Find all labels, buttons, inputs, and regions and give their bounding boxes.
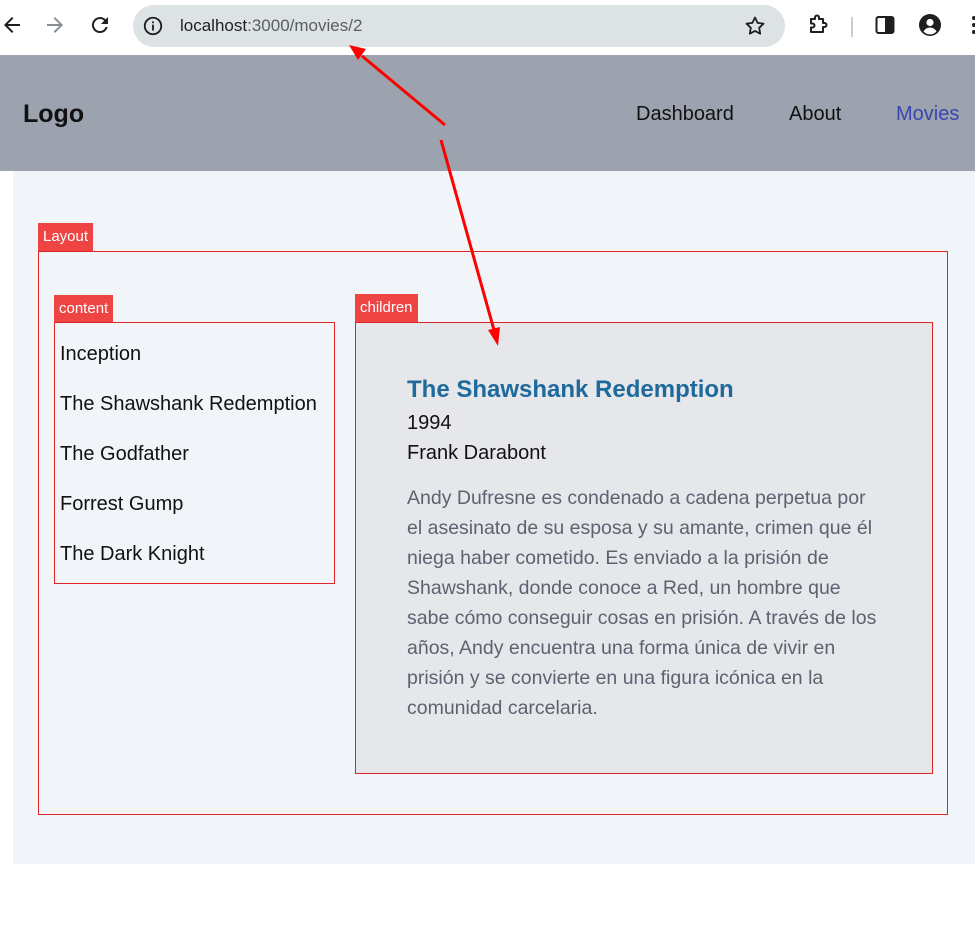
logo[interactable]: Logo: [23, 99, 84, 129]
browser-toolbar: localhost:3000/movies/2: [0, 0, 975, 55]
url-text[interactable]: localhost:3000/movies/2: [180, 16, 362, 36]
more-menu-icon[interactable]: [962, 13, 975, 37]
bookmark-star-icon[interactable]: [743, 14, 767, 38]
reload-icon[interactable]: [88, 13, 112, 37]
nav-movies[interactable]: Movies: [896, 101, 959, 127]
url-path: :3000/movies/2: [247, 16, 363, 35]
movie-list-item[interactable]: Forrest Gump: [60, 491, 183, 517]
content-tag: content: [54, 295, 114, 323]
address-bar[interactable]: localhost:3000/movies/2: [133, 5, 785, 47]
toolbar-divider: [851, 17, 853, 37]
movie-description: Andy Dufresne es condenado a cadena perp…: [407, 487, 877, 719]
children-tag: children: [355, 294, 418, 322]
movie-list-item[interactable]: The Godfather: [60, 441, 189, 467]
main-area: Layout content Inception The Shawshank R…: [13, 171, 975, 864]
movie-title: The Shawshank Redemption: [407, 376, 734, 403]
layout-tag: Layout: [38, 223, 94, 251]
movie-list-item[interactable]: The Dark Knight: [60, 541, 205, 567]
app-header: Logo Dashboard About Movies: [0, 55, 975, 171]
movie-director: Frank Darabont: [407, 442, 546, 464]
children-box: The Shawshank Redemption 1994 Frank Dara…: [355, 322, 933, 774]
movie-list-item[interactable]: Inception: [60, 341, 141, 367]
back-arrow-icon[interactable]: [0, 13, 24, 37]
url-host: localhost: [180, 16, 248, 35]
nav-dashboard[interactable]: Dashboard: [636, 101, 734, 127]
nav-about[interactable]: About: [789, 101, 841, 127]
forward-arrow-icon[interactable]: [43, 13, 67, 37]
extensions-icon[interactable]: [807, 13, 831, 37]
profile-avatar-icon[interactable]: [918, 13, 942, 37]
layout-box: content Inception The Shawshank Redempti…: [38, 251, 948, 815]
info-icon[interactable]: [142, 15, 164, 37]
content-box: Inception The Shawshank Redemption The G…: [54, 322, 335, 584]
movie-year: 1994: [407, 412, 452, 434]
movie-list-item[interactable]: The Shawshank Redemption: [60, 391, 317, 417]
side-panel-icon[interactable]: [873, 13, 897, 37]
